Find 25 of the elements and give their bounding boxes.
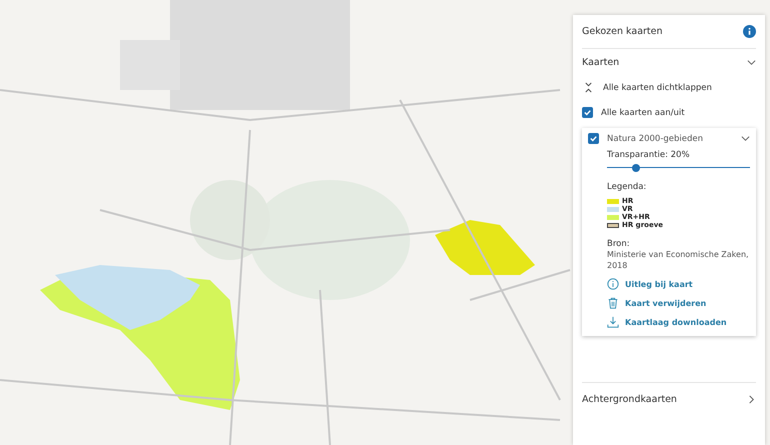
section-title: Achtergrondkaarten <box>582 394 677 404</box>
checkbox-label: Alle kaarten aan/uit <box>601 108 685 118</box>
collapse-all-link[interactable]: Alle kaarten dichtklappen <box>603 82 712 92</box>
info-icon[interactable] <box>607 278 619 290</box>
layer-name: Natura 2000-gebieden <box>607 134 704 144</box>
action-link[interactable]: Kaart verwijderen <box>625 298 706 308</box>
download-icon[interactable] <box>607 316 619 328</box>
info-icon[interactable] <box>743 25 756 38</box>
slider-thumb[interactable] <box>632 164 640 172</box>
source-title: Bron: <box>607 239 631 249</box>
source-text: Ministerie van Economische Zaken, 2018 <box>607 249 750 272</box>
transparency-slider[interactable] <box>607 163 750 173</box>
trash-icon[interactable] <box>607 297 619 310</box>
transparency-label: Transparantie: 20% <box>607 150 691 160</box>
layer-checkbox[interactable] <box>588 133 599 144</box>
action-link[interactable]: Uitleg bij kaart <box>625 280 693 289</box>
collapse-icon[interactable] <box>584 82 593 93</box>
background-maps-header[interactable]: Achtergrondkaarten <box>582 382 756 415</box>
chevron-icon[interactable] <box>741 134 750 143</box>
section-title: Kaarten <box>582 56 620 68</box>
panel-title: Gekozen kaarten <box>582 26 663 37</box>
maps-section-header[interactable]: Kaarten <box>582 49 756 75</box>
toggle-all-checkbox[interactable] <box>582 107 593 118</box>
legend-title: Legenda: <box>607 182 648 192</box>
action-link[interactable]: Kaartlaag downloaden <box>625 318 727 327</box>
